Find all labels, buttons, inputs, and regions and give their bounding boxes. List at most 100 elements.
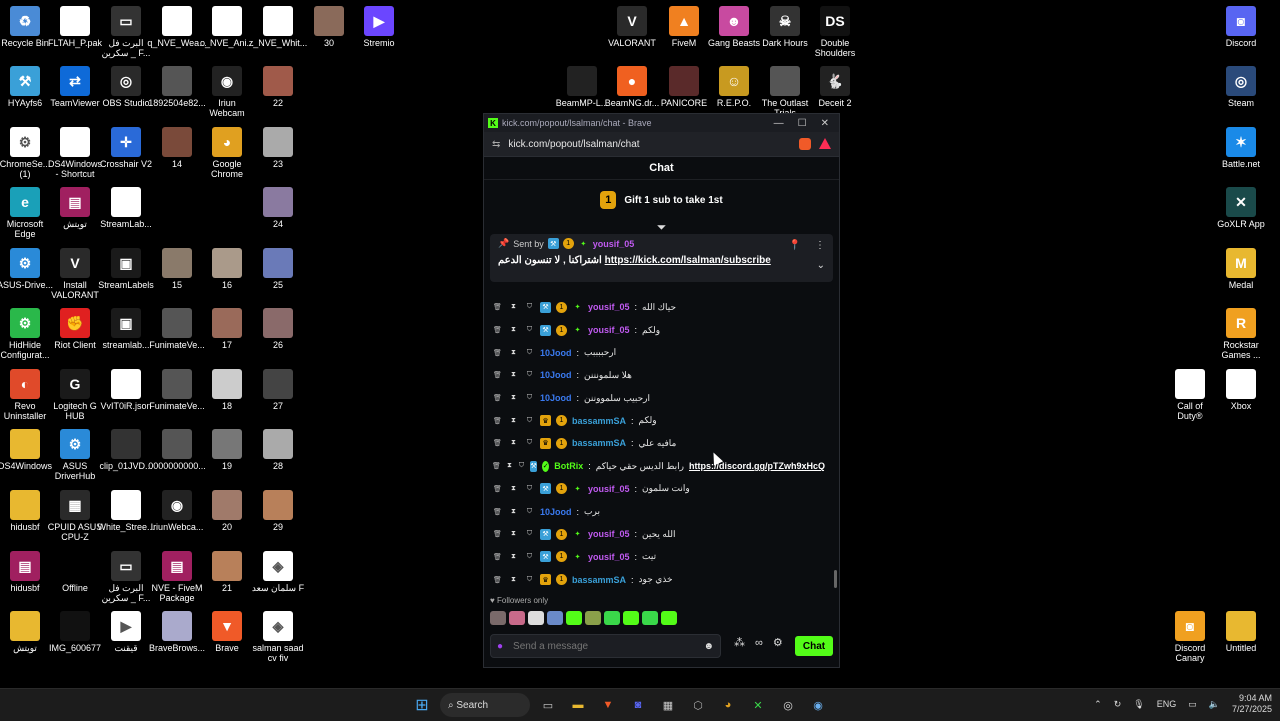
chat-username[interactable]: yousif_05 <box>588 325 630 335</box>
delete-icon[interactable]: 🗑 <box>492 347 503 358</box>
emote-icon[interactable] <box>661 611 677 625</box>
chat-username[interactable]: yousif_05 <box>588 484 630 494</box>
ban-icon[interactable]: ⛉ <box>524 438 535 449</box>
chat-username[interactable]: bassammSA <box>572 575 626 585</box>
delete-icon[interactable]: 🗑 <box>492 438 503 449</box>
desktop-icon[interactable]: 26 <box>247 308 309 350</box>
chat-username[interactable]: 10Jood <box>540 348 572 358</box>
delete-icon[interactable]: 🗑 <box>492 370 503 381</box>
desktop-icon[interactable]: 23 <box>247 127 309 169</box>
desktop-icon[interactable]: M Medal <box>1210 248 1272 290</box>
ban-icon[interactable]: ⛉ <box>518 461 525 472</box>
points-icon[interactable]: ⁂ <box>734 636 745 649</box>
emote-icon[interactable] <box>528 611 544 625</box>
url-text[interactable]: kick.com/popout/lsalman/chat <box>508 139 639 150</box>
chat-username[interactable]: bassammSA <box>572 438 626 448</box>
infinity-icon[interactable]: ∞ <box>755 637 763 649</box>
language-indicator[interactable]: ENG <box>1157 699 1177 709</box>
delete-icon[interactable]: 🗑 <box>492 574 503 585</box>
chat-username[interactable]: 10Jood <box>540 370 572 380</box>
ban-icon[interactable]: ⛉ <box>524 370 535 381</box>
emoji-icon[interactable]: ☻ <box>703 641 714 652</box>
clock[interactable]: 9:04 AM 7/27/2025 <box>1232 693 1272 715</box>
update-icon[interactable]: ↻ <box>1114 699 1122 710</box>
desktop-icon[interactable]: 29 <box>247 490 309 532</box>
desktop-icon[interactable]: ▶ Stremio <box>348 6 410 48</box>
brave-rewards-icon[interactable] <box>819 138 831 149</box>
emote-icon[interactable] <box>585 611 601 625</box>
emote-icon[interactable] <box>566 611 582 625</box>
delete-icon[interactable]: 🗑 <box>492 529 503 540</box>
delete-icon[interactable]: 🗑 <box>492 483 503 494</box>
file-explorer-icon[interactable]: ▬ <box>566 693 590 717</box>
network-icon[interactable]: ▭ <box>1188 699 1197 710</box>
timeout-icon[interactable]: ⧗ <box>508 370 519 381</box>
chevron-down-icon[interactable]: ⌄ <box>817 260 825 271</box>
delete-icon[interactable]: 🗑 <box>492 415 503 426</box>
start-menu-icon[interactable]: ⊞ <box>410 693 434 717</box>
taskbar-search[interactable]: ⌕ Search <box>440 693 530 717</box>
ban-icon[interactable]: ⛉ <box>524 574 535 585</box>
ban-icon[interactable]: ⛉ <box>524 506 535 517</box>
app-taskbar-icon[interactable]: ⬡ <box>686 693 710 717</box>
timeout-icon[interactable]: ⧗ <box>508 574 519 585</box>
pin-toggle-icon[interactable]: 📍 <box>789 240 801 251</box>
message-input[interactable] <box>511 639 704 653</box>
maximize-button[interactable]: ☐ <box>798 118 807 129</box>
desktop-icon[interactable]: ✕ GoXLR App <box>1210 187 1272 229</box>
ban-icon[interactable]: ⛉ <box>524 302 535 313</box>
desktop-icon[interactable]: DS Double Shoulders <box>804 6 866 58</box>
more-options-icon[interactable]: ⋮ <box>815 240 825 251</box>
ban-icon[interactable]: ⛉ <box>524 415 535 426</box>
timeout-icon[interactable]: ⧗ <box>508 302 519 313</box>
desktop-icon[interactable]: 28 <box>247 429 309 471</box>
emote-icon[interactable] <box>604 611 620 625</box>
xbox-app-taskbar-icon[interactable]: ✕ <box>746 693 770 717</box>
chat-username[interactable]: 10Jood <box>540 507 572 517</box>
steam-taskbar-icon[interactable]: ◉ <box>806 693 830 717</box>
pinned-username[interactable]: yousif_05 <box>593 239 635 249</box>
desktop-icon[interactable]: Xbox <box>1210 369 1272 411</box>
timeout-icon[interactable]: ⧗ <box>508 529 519 540</box>
chat-username[interactable]: yousif_05 <box>588 302 630 312</box>
desktop-icon[interactable]: 25 <box>247 248 309 290</box>
chat-username[interactable]: yousif_05 <box>588 552 630 562</box>
timeout-icon[interactable]: ⧗ <box>506 461 513 472</box>
brave-taskbar-icon[interactable]: ▼ <box>596 693 620 717</box>
emote-icon[interactable] <box>509 611 525 625</box>
emote-icon[interactable] <box>490 611 506 625</box>
emote-icon[interactable] <box>547 611 563 625</box>
chrome-taskbar-icon[interactable]: ◕ <box>716 693 740 717</box>
delete-icon[interactable]: 🗑 <box>492 551 503 562</box>
timeout-icon[interactable]: ⧗ <box>508 483 519 494</box>
minimize-button[interactable]: — <box>774 118 784 129</box>
ban-icon[interactable]: ⛉ <box>524 483 535 494</box>
desktop-icon[interactable]: 24 <box>247 187 309 229</box>
ban-icon[interactable]: ⛉ <box>524 325 535 336</box>
desktop-icon[interactable]: Untitled <box>1210 611 1272 653</box>
delete-icon[interactable]: 🗑 <box>492 393 503 404</box>
timeout-icon[interactable]: ⧗ <box>508 506 519 517</box>
discord-taskbar-icon[interactable]: ◙ <box>626 693 650 717</box>
timeout-icon[interactable]: ⧗ <box>508 347 519 358</box>
mic-tray-icon[interactable]: 🎙 <box>1133 699 1144 710</box>
desktop-icon[interactable]: 22 <box>247 66 309 108</box>
obs-taskbar-icon[interactable]: ◎ <box>776 693 800 717</box>
site-settings-icon[interactable]: ⇆ <box>492 139 500 150</box>
ban-icon[interactable]: ⛉ <box>524 551 535 562</box>
gift-sub-banner[interactable]: 1 Gift 1 sub to take 1st <box>484 180 839 220</box>
store-taskbar-icon[interactable]: ▦ <box>656 693 680 717</box>
close-button[interactable]: ✕ <box>821 118 829 129</box>
scrollbar[interactable] <box>834 570 837 588</box>
send-chat-button[interactable]: Chat <box>795 636 833 656</box>
address-bar[interactable]: ⇆ kick.com/popout/lsalman/chat <box>484 132 839 157</box>
delete-icon[interactable]: 🗑 <box>492 325 503 336</box>
chat-username[interactable]: 10Jood <box>540 393 572 403</box>
timeout-icon[interactable]: ⧗ <box>508 438 519 449</box>
emote-icon[interactable] <box>642 611 658 625</box>
volume-icon[interactable]: 🔈 <box>1209 699 1220 710</box>
ban-icon[interactable]: ⛉ <box>524 393 535 404</box>
timeout-icon[interactable]: ⧗ <box>508 325 519 336</box>
chevron-up-icon[interactable]: ⌃ <box>1094 699 1102 710</box>
delete-icon[interactable]: 🗑 <box>492 461 501 472</box>
